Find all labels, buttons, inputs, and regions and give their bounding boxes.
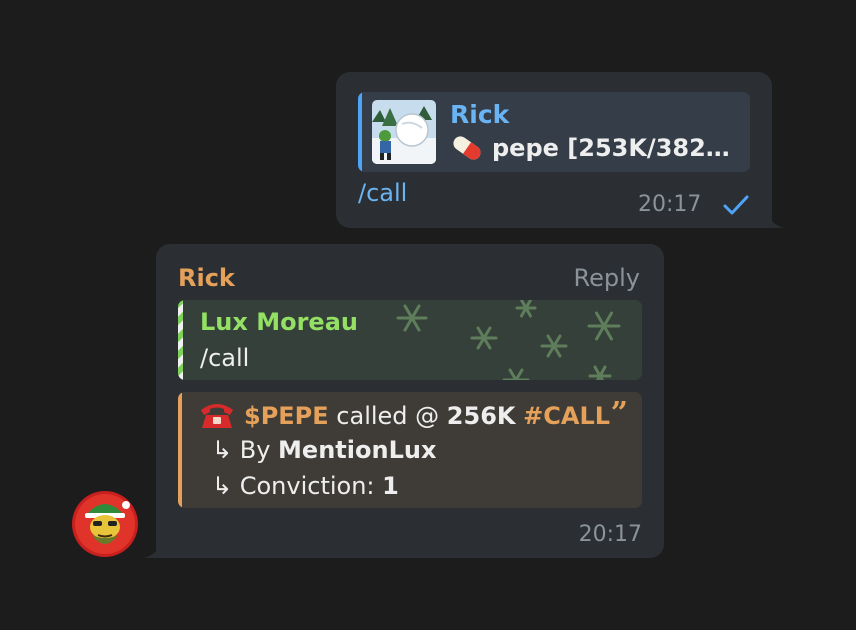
command-link[interactable]: /call [358,179,407,207]
message-time: 20:17 [578,522,642,547]
sender-name[interactable]: Rick [178,264,235,292]
snowball-thumbnail-icon [372,100,436,164]
by-prefix: ↳ By [212,436,279,464]
quote-mark-icon: ” [610,396,628,431]
reply-quote-block[interactable]: Lux Moreau /call [178,300,642,380]
incoming-message-bubble[interactable]: Rick Reply Lux Moreau /call $PEPE called… [156,244,664,558]
conviction-value: 1 [382,472,399,500]
conviction-prefix: ↳ Conviction: [212,472,383,500]
quote-accent-bar [178,300,183,380]
reply-button[interactable]: Reply [574,264,640,292]
message-time: 20:17 [638,192,702,217]
quoted-text: /call [200,344,250,372]
caller-name: MentionLux [278,436,437,464]
quoted-sender-name: Lux Moreau [200,308,358,336]
call-quote-card: $PEPE called @ 256K #CALL ↳ By MentionLu… [178,392,642,508]
single-check-icon [723,195,749,215]
call-by-line: ↳ By MentionLux [212,436,436,464]
reply-quote-block[interactable]: Rick pepe [253K/382%... [358,92,750,172]
reply-sender-name: Rick [450,100,510,129]
called-text: called @ [328,402,447,430]
call-hashtag[interactable]: #CALL [523,402,610,430]
call-summary-line: $PEPE called @ 256K #CALL [198,400,610,430]
quote-accent-bar [178,392,182,508]
call-conviction-line: ↳ Conviction: 1 [212,472,399,500]
outgoing-message-bubble[interactable]: Rick pepe [253K/382%... /call 20:17 [336,72,772,228]
pill-icon [453,136,481,160]
snowflake-pattern-icon [396,300,621,380]
reply-preview-text: pepe [253K/382%... [450,134,740,162]
avatar[interactable] [72,491,138,557]
call-price: 256K [446,402,516,430]
ticker-hashtag[interactable]: $PEPE [244,402,329,430]
reply-preview-label: pepe [253K/382%... [492,134,740,162]
telephone-icon [201,404,233,428]
quote-accent-bar [358,92,362,172]
